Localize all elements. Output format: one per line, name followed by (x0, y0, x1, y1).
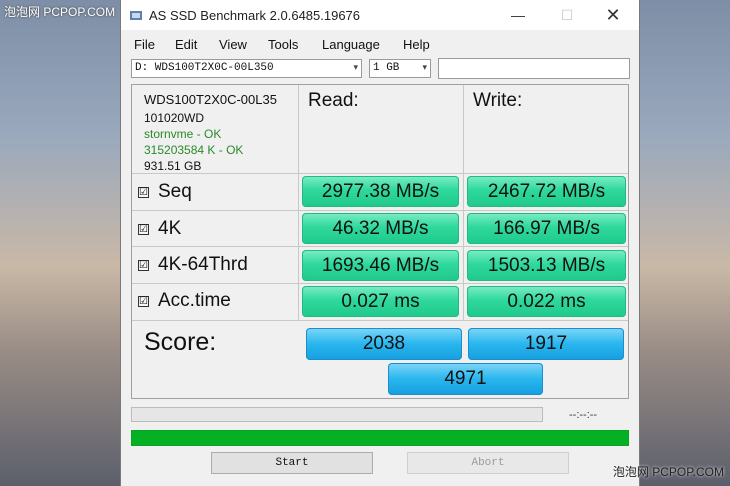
chevron-down-icon[interactable]: ▾ (353, 60, 358, 77)
divider (132, 246, 628, 247)
seq-write-result: 2467.72 MB/s (467, 176, 626, 207)
watermark-bottom: 泡泡网 PCPOP.COM (612, 465, 724, 479)
drive-capacity: 931.51 GB (144, 159, 202, 173)
score-total: 4971 (388, 363, 543, 395)
watermark-top: 泡泡网 PCPOP.COM (4, 5, 116, 19)
write-header: Write: (473, 90, 523, 111)
read-header: Read: (308, 90, 359, 111)
test-seq-label[interactable]: ☑ Seq (138, 181, 192, 203)
minimize-button[interactable]: — (504, 4, 532, 26)
menu-file[interactable]: File (134, 37, 155, 52)
results-panel: WDS100T2X0C-00L35 101020WD stornvme - OK… (131, 84, 629, 399)
status-field (438, 58, 630, 79)
size-select[interactable]: 1 GB ▾ (369, 59, 431, 78)
menu-tools[interactable]: Tools (268, 37, 298, 52)
menu-view[interactable]: View (219, 37, 247, 52)
elapsed-time: --:--:-- (569, 409, 598, 421)
divider (132, 210, 628, 211)
drive-model: WDS100T2X0C-00L35 (144, 92, 277, 107)
app-window: AS SSD Benchmark 2.0.6485.19676 — ☐ ✕ Fi… (120, 0, 640, 486)
score-write: 1917 (468, 328, 624, 360)
4k64-write-result: 1503.13 MB/s (467, 250, 626, 281)
menu-help[interactable]: Help (403, 37, 430, 52)
test-acctime-label[interactable]: ☑ Acc.time (138, 290, 231, 312)
drive-firmware: 101020WD (144, 111, 205, 125)
close-button[interactable]: ✕ (599, 4, 627, 26)
menu-edit[interactable]: Edit (175, 37, 197, 52)
acctime-checkbox[interactable]: ☑ (138, 295, 149, 307)
test-progress-bar (131, 407, 543, 422)
test-name: 4K-64Thrd (158, 254, 248, 275)
drive-alignment-status: 315203584 K - OK (144, 143, 244, 157)
menu-language[interactable]: Language (322, 37, 380, 52)
maximize-button[interactable]: ☐ (553, 4, 581, 26)
4k-checkbox[interactable]: ☑ (138, 223, 149, 235)
acctime-write-result: 0.022 ms (467, 286, 626, 317)
drive-select-value: D: WDS100T2X0C-00L350 (135, 62, 274, 74)
4k-write-result: 166.97 MB/s (467, 213, 626, 244)
divider (132, 283, 628, 284)
chevron-down-icon[interactable]: ▾ (422, 60, 427, 77)
divider (132, 320, 628, 321)
abort-button[interactable]: Abort (407, 452, 569, 474)
menu-bar: File Edit View Tools Language Help (121, 34, 639, 54)
test-name: Acc.time (158, 290, 231, 311)
score-read: 2038 (306, 328, 462, 360)
seq-read-result: 2977.38 MB/s (302, 176, 459, 207)
size-select-value: 1 GB (373, 62, 400, 74)
divider (298, 85, 299, 320)
divider (463, 85, 464, 320)
start-button[interactable]: Start (211, 452, 373, 474)
seq-checkbox[interactable]: ☑ (138, 186, 149, 198)
4k64-checkbox[interactable]: ☑ (138, 259, 149, 271)
acctime-read-result: 0.027 ms (302, 286, 459, 317)
drive-driver-status: stornvme - OK (144, 127, 222, 141)
4k-read-result: 46.32 MB/s (302, 213, 459, 244)
overall-progress-bar (131, 430, 629, 446)
test-name: Seq (158, 181, 192, 202)
4k64-read-result: 1693.46 MB/s (302, 250, 459, 281)
window-title: AS SSD Benchmark 2.0.6485.19676 (149, 8, 361, 23)
drive-select[interactable]: D: WDS100T2X0C-00L350 ▾ (131, 59, 362, 78)
app-icon (130, 11, 142, 20)
test-name: 4K (158, 218, 182, 239)
overall-progress-fill (132, 431, 628, 445)
score-label: Score: (144, 328, 217, 356)
title-bar: AS SSD Benchmark 2.0.6485.19676 — ☐ ✕ (121, 0, 639, 30)
test-4k-label[interactable]: ☑ 4K (138, 218, 181, 240)
divider (132, 173, 628, 174)
test-4k64-label[interactable]: ☑ 4K-64Thrd (138, 254, 248, 276)
